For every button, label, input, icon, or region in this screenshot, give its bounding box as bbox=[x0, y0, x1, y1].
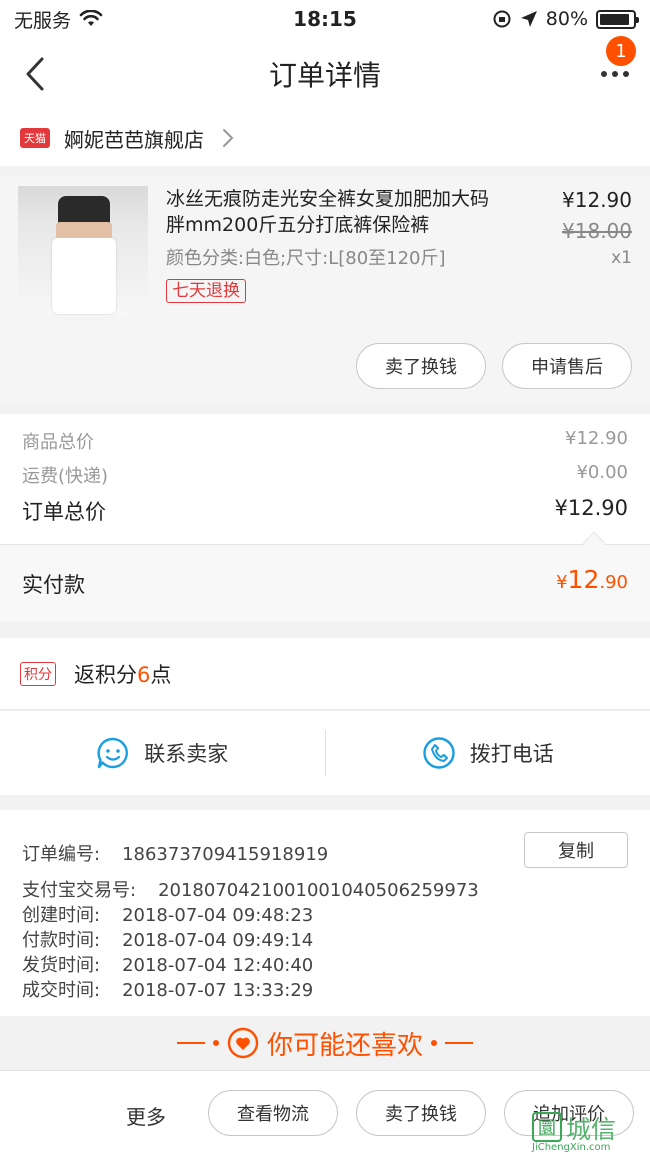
more-menu-button[interactable]: 1 bbox=[580, 36, 650, 110]
store-name: 婀妮芭芭旗舰店 bbox=[64, 127, 204, 152]
product-sku: 颜色分类:白色;尺寸:L[80至120斤] bbox=[166, 248, 446, 269]
page-title: 订单详情 bbox=[268, 59, 381, 92]
paid-amount: ¥12.90 bbox=[556, 565, 628, 594]
alipay-number-row: 支付宝交易号: 2018070421001001040506259973 bbox=[22, 880, 479, 901]
chevron-left-icon bbox=[26, 57, 44, 91]
wifi-icon bbox=[79, 10, 103, 26]
location-icon bbox=[520, 11, 537, 27]
product-image[interactable] bbox=[18, 186, 148, 316]
status-left: 无服务 bbox=[14, 6, 234, 33]
paid-time-row: 付款时间: 2018-07-04 09:49:14 bbox=[22, 930, 314, 951]
contact-seller-button[interactable]: 联系卖家 bbox=[0, 736, 325, 770]
paid-row: 实付款 ¥12.90 bbox=[0, 545, 650, 622]
recommend-title: 你可能还喜欢 bbox=[266, 1030, 423, 1061]
heart-icon bbox=[227, 1027, 259, 1059]
copy-button[interactable]: 复制 bbox=[524, 832, 628, 868]
shipped-time-row: 发货时间: 2018-07-04 12:40:40 bbox=[22, 955, 314, 976]
product-price: ¥12.90 bbox=[562, 188, 632, 212]
sell-button-bottom[interactable]: 卖了换钱 bbox=[356, 1090, 486, 1136]
sell-button[interactable]: 卖了换钱 bbox=[356, 343, 486, 389]
chevron-right-icon bbox=[223, 129, 234, 147]
product-quantity: x1 bbox=[611, 248, 632, 268]
contact-seller-label: 联系卖家 bbox=[144, 742, 229, 766]
back-button[interactable] bbox=[0, 38, 70, 110]
after-sale-button[interactable]: 申请售后 bbox=[502, 343, 632, 389]
more-dots-icon bbox=[601, 71, 629, 77]
tmall-logo: 天猫 bbox=[20, 128, 50, 148]
recommend-header: 你可能还喜欢 bbox=[0, 1016, 650, 1070]
view-logistics-button[interactable]: 查看物流 bbox=[208, 1090, 338, 1136]
recommend-dot-right bbox=[431, 1040, 437, 1046]
points-row: 积分 返积分6点 bbox=[0, 638, 650, 710]
product-card[interactable]: 冰丝无痕防走光安全裤女夏加肥加大码 胖mm200斤五分打底裤保险裤 颜色分类:白… bbox=[0, 176, 650, 404]
product-title[interactable]: 冰丝无痕防走光安全裤女夏加肥加大码 胖mm200斤五分打底裤保险裤 bbox=[166, 186, 536, 238]
status-bar: 无服务 18:15 80% bbox=[0, 0, 650, 38]
shipping-row: 运费(快递) ¥0.00 bbox=[22, 462, 628, 487]
message-badge: 1 bbox=[606, 36, 636, 66]
product-original-price: ¥18.00 bbox=[562, 219, 632, 243]
store-row[interactable]: 天猫 婀妮芭芭旗舰店 bbox=[0, 110, 650, 166]
return-policy-tag: 七天退换 bbox=[166, 279, 246, 303]
created-time-row: 创建时间: 2018-07-04 09:48:23 bbox=[22, 905, 314, 926]
recommend-line-left bbox=[176, 1042, 205, 1044]
battery-percent: 80% bbox=[545, 8, 588, 30]
call-phone-button[interactable]: 拨打电话 bbox=[326, 736, 650, 770]
completed-time-row: 成交时间: 2018-07-07 13:33:29 bbox=[22, 980, 314, 1001]
order-total-row: 订单总价 ¥12.90 bbox=[22, 496, 628, 524]
call-phone-label: 拨打电话 bbox=[469, 742, 554, 766]
recommend-line-right bbox=[445, 1042, 473, 1044]
status-time: 18:15 bbox=[293, 7, 357, 31]
more-button[interactable]: 更多 bbox=[126, 1101, 166, 1130]
battery-icon bbox=[596, 9, 639, 29]
divider bbox=[0, 544, 650, 545]
bottom-action-bar: 更多 查看物流 卖了换钱 追加评价 圜 城信 JiChengXin.com bbox=[0, 1070, 650, 1156]
phone-icon bbox=[423, 737, 455, 769]
chat-smile-icon bbox=[97, 737, 129, 769]
goods-total-row: 商品总价 ¥12.90 bbox=[22, 428, 628, 453]
carrier-label: 无服务 bbox=[14, 9, 72, 32]
points-text: 返积分6点 bbox=[74, 662, 172, 687]
rotation-lock-icon bbox=[493, 10, 511, 28]
contact-bar: 联系卖家 拨打电话 bbox=[0, 711, 650, 795]
status-right: 80% bbox=[416, 8, 639, 30]
order-number-row: 订单编号: 186373709415918919 bbox=[22, 844, 329, 865]
points-tag: 积分 bbox=[20, 661, 56, 686]
nav-bar: 订单详情 1 bbox=[0, 36, 650, 110]
recommend-dot-left bbox=[212, 1040, 219, 1046]
order-info: 订单编号: 186373709415918919 复制 支付宝交易号: 201807… bbox=[0, 810, 650, 1016]
price-summary: 商品总价 ¥12.90 运费(快递) ¥0.00 订单总价 ¥12.90 实付款… bbox=[0, 414, 650, 622]
paid-label: 实付款 bbox=[22, 573, 85, 597]
site-watermark: 圜 城信 JiChengXin.com bbox=[532, 1108, 646, 1153]
